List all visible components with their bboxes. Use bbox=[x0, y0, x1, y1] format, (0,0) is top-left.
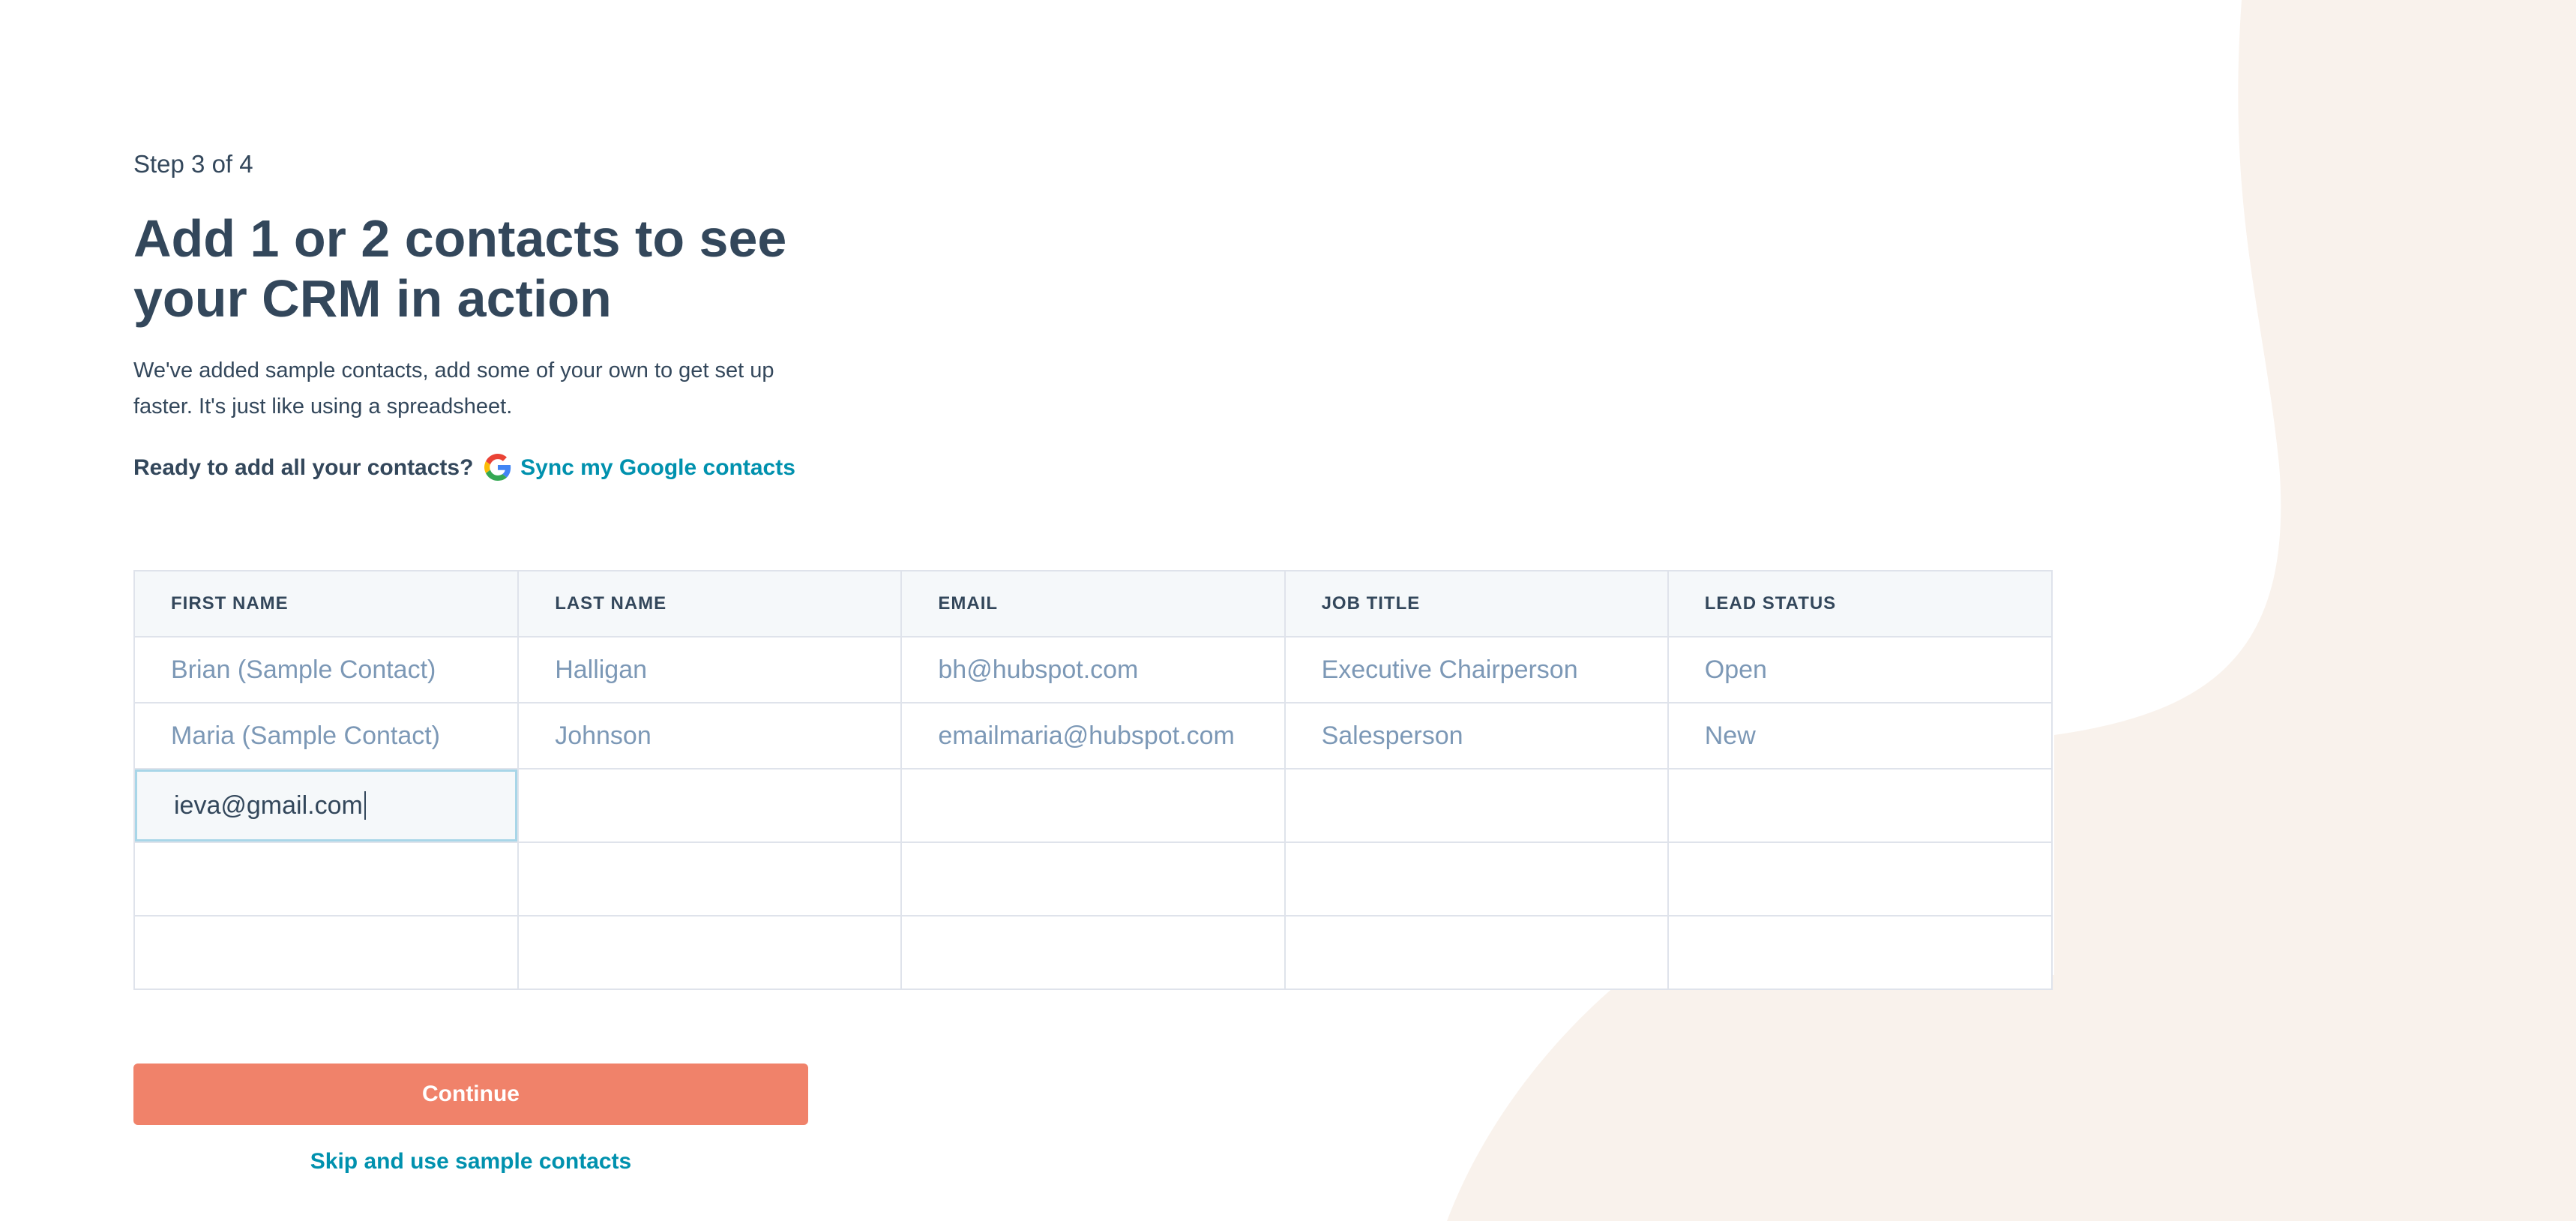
table-header-row: FIRST NAME LAST NAME EMAIL JOB TITLE LEA… bbox=[135, 572, 2051, 638]
table-cell[interactable] bbox=[518, 916, 903, 988]
continue-button[interactable]: Continue bbox=[133, 1064, 808, 1125]
table-cell[interactable] bbox=[1284, 769, 1669, 843]
table-cell[interactable] bbox=[901, 916, 1286, 988]
table-cell[interactable]: New bbox=[1667, 703, 2051, 770]
table-row: Maria (Sample Contact) Johnson emailmari… bbox=[135, 703, 2051, 770]
table-cell[interactable]: Salesperson bbox=[1284, 703, 1669, 770]
table-cell[interactable] bbox=[901, 769, 1286, 843]
table-cell[interactable] bbox=[1284, 842, 1669, 916]
skip-sample-contacts-link[interactable]: Skip and use sample contacts bbox=[133, 1149, 808, 1174]
contacts-table: FIRST NAME LAST NAME EMAIL JOB TITLE LEA… bbox=[133, 570, 2053, 990]
table-cell[interactable] bbox=[1667, 842, 2051, 916]
active-cell-value: ieva@gmail.com bbox=[174, 790, 363, 820]
column-header-last-name: LAST NAME bbox=[518, 572, 903, 638]
table-cell[interactable]: Open bbox=[1667, 637, 2051, 704]
table-cell[interactable]: Maria (Sample Contact) bbox=[135, 703, 520, 770]
table-cell[interactable]: bh@hubspot.com bbox=[901, 637, 1286, 704]
sync-prompt-text: Ready to add all your contacts? bbox=[133, 455, 474, 480]
active-cell-input[interactable]: ieva@gmail.com bbox=[135, 769, 520, 843]
column-header-lead-status: LEAD STATUS bbox=[1667, 572, 2051, 638]
column-header-first-name: FIRST NAME bbox=[135, 572, 520, 638]
sync-prompt: Ready to add all your contacts? Sync my … bbox=[133, 450, 795, 486]
page-title: Add 1 or 2 contacts to see your CRM in a… bbox=[133, 209, 787, 328]
column-header-email: EMAIL bbox=[901, 572, 1286, 638]
table-cell[interactable]: Brian (Sample Contact) bbox=[135, 637, 520, 704]
sync-google-contacts-link[interactable]: Sync my Google contacts bbox=[520, 455, 795, 480]
table-cell[interactable] bbox=[1284, 916, 1669, 988]
table-cell[interactable] bbox=[518, 842, 903, 916]
step-indicator: Step 3 of 4 bbox=[133, 150, 253, 178]
page-description: We've added sample contacts, add some of… bbox=[133, 358, 774, 418]
table-row: Brian (Sample Contact) Halligan bh@hubsp… bbox=[135, 637, 2051, 704]
column-header-job-title: JOB TITLE bbox=[1284, 572, 1669, 638]
table-row bbox=[135, 916, 2051, 988]
table-cell[interactable] bbox=[1667, 769, 2051, 843]
google-icon bbox=[484, 454, 511, 481]
table-row: ieva@gmail.com bbox=[135, 769, 2051, 843]
table-cell[interactable]: Halligan bbox=[518, 637, 903, 704]
table-cell[interactable]: emailmaria@hubspot.com bbox=[901, 703, 1286, 770]
table-cell[interactable] bbox=[518, 769, 903, 843]
table-cell[interactable] bbox=[135, 842, 520, 916]
table-cell[interactable] bbox=[1668, 916, 2051, 988]
table-cell[interactable] bbox=[135, 916, 520, 988]
table-cell[interactable]: Executive Chairperson bbox=[1284, 637, 1669, 704]
table-cell[interactable]: Johnson bbox=[518, 703, 903, 770]
text-caret bbox=[364, 790, 366, 820]
table-cell[interactable] bbox=[901, 842, 1286, 916]
table-row bbox=[135, 842, 2051, 916]
